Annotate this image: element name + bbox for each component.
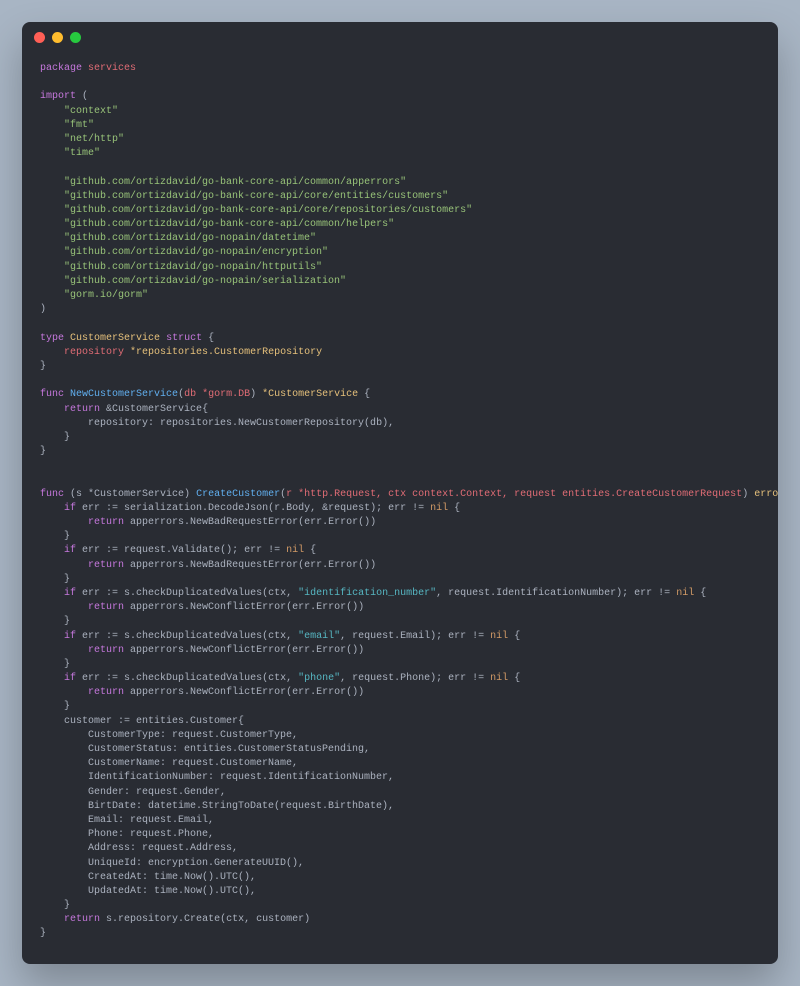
minimize-icon[interactable] <box>52 32 63 43</box>
nil-literal: nil <box>430 503 448 514</box>
fn-createcustomer: CreateCustomer <box>196 489 280 500</box>
dup-check-fn: s.checkDuplicatedValues <box>124 673 262 684</box>
package-name: services <box>88 63 136 74</box>
keyword-return: return <box>88 602 124 613</box>
close-icon[interactable] <box>34 32 45 43</box>
struct-init-line: repository: repositories.NewCustomerRepo… <box>88 418 394 429</box>
decode-call: serialization.DecodeJson(r.Body, &reques… <box>124 503 376 514</box>
customer-fields: CustomerType: request.CustomerType, Cust… <box>40 730 394 897</box>
nil-literal: nil <box>676 588 694 599</box>
keyword-func: func <box>40 389 64 400</box>
nil-literal: nil <box>286 545 304 556</box>
import-block: "context" "fmt" "net/http" "time" "githu… <box>40 106 472 301</box>
fn-param: db *gorm.DB <box>184 389 250 400</box>
return-expr: &CustomerService{ <box>106 404 208 415</box>
keyword-import: import <box>40 91 76 102</box>
keyword-if: if <box>64 588 76 599</box>
error-return: apperrors.NewBadRequestError(err.Error()… <box>130 560 376 571</box>
struct-field: repository <box>64 347 124 358</box>
dup-check-fn: s.checkDuplicatedValues <box>124 631 262 642</box>
keyword-return: return <box>88 517 124 528</box>
string-literal: "email" <box>298 631 340 642</box>
fn-newcustomer: NewCustomerService <box>70 389 178 400</box>
keyword-if: if <box>64 631 76 642</box>
keyword-return: return <box>64 914 100 925</box>
editor-window: package services import ( "context" "fmt… <box>22 22 778 964</box>
keyword-return: return <box>88 560 124 571</box>
dup-check-fn: s.checkDuplicatedValues <box>124 588 262 599</box>
keyword-if: if <box>64 503 76 514</box>
maximize-icon[interactable] <box>70 32 81 43</box>
nil-literal: nil <box>490 673 508 684</box>
fn-params: r *http.Request, ctx context.Context, re… <box>286 489 742 500</box>
keyword-return: return <box>64 404 100 415</box>
validate-call: request.Validate() <box>124 545 232 556</box>
fn-return-type: *CustomerService <box>262 389 358 400</box>
fn-return-type: error <box>754 489 778 500</box>
string-literal: "phone" <box>298 673 340 684</box>
keyword-package: package <box>40 63 82 74</box>
struct-field-type: *repositories.CustomerRepository <box>130 347 322 358</box>
error-return: apperrors.NewConflictError(err.Error()) <box>130 645 364 656</box>
string-literal: "identification_number" <box>298 588 436 599</box>
keyword-if: if <box>64 545 76 556</box>
customer-decl: customer := entities.Customer{ <box>64 716 244 727</box>
struct-name: CustomerService <box>70 333 160 344</box>
error-return: apperrors.NewConflictError(err.Error()) <box>130 602 364 613</box>
keyword-struct: struct <box>166 333 202 344</box>
keyword-return: return <box>88 687 124 698</box>
keyword-type: type <box>40 333 64 344</box>
keyword-return: return <box>88 645 124 656</box>
window-titlebar <box>22 22 778 52</box>
code-area: package services import ( "context" "fmt… <box>22 52 778 964</box>
receiver: (s *CustomerService) <box>70 489 190 500</box>
final-return: s.repository.Create(ctx, customer) <box>106 914 310 925</box>
error-return: apperrors.NewBadRequestError(err.Error()… <box>130 517 376 528</box>
nil-literal: nil <box>490 631 508 642</box>
keyword-func: func <box>40 489 64 500</box>
arg: request.Phone <box>352 673 430 684</box>
error-return: apperrors.NewConflictError(err.Error()) <box>130 687 364 698</box>
arg: request.IdentificationNumber <box>448 588 616 599</box>
keyword-if: if <box>64 673 76 684</box>
arg: request.Email <box>352 631 430 642</box>
